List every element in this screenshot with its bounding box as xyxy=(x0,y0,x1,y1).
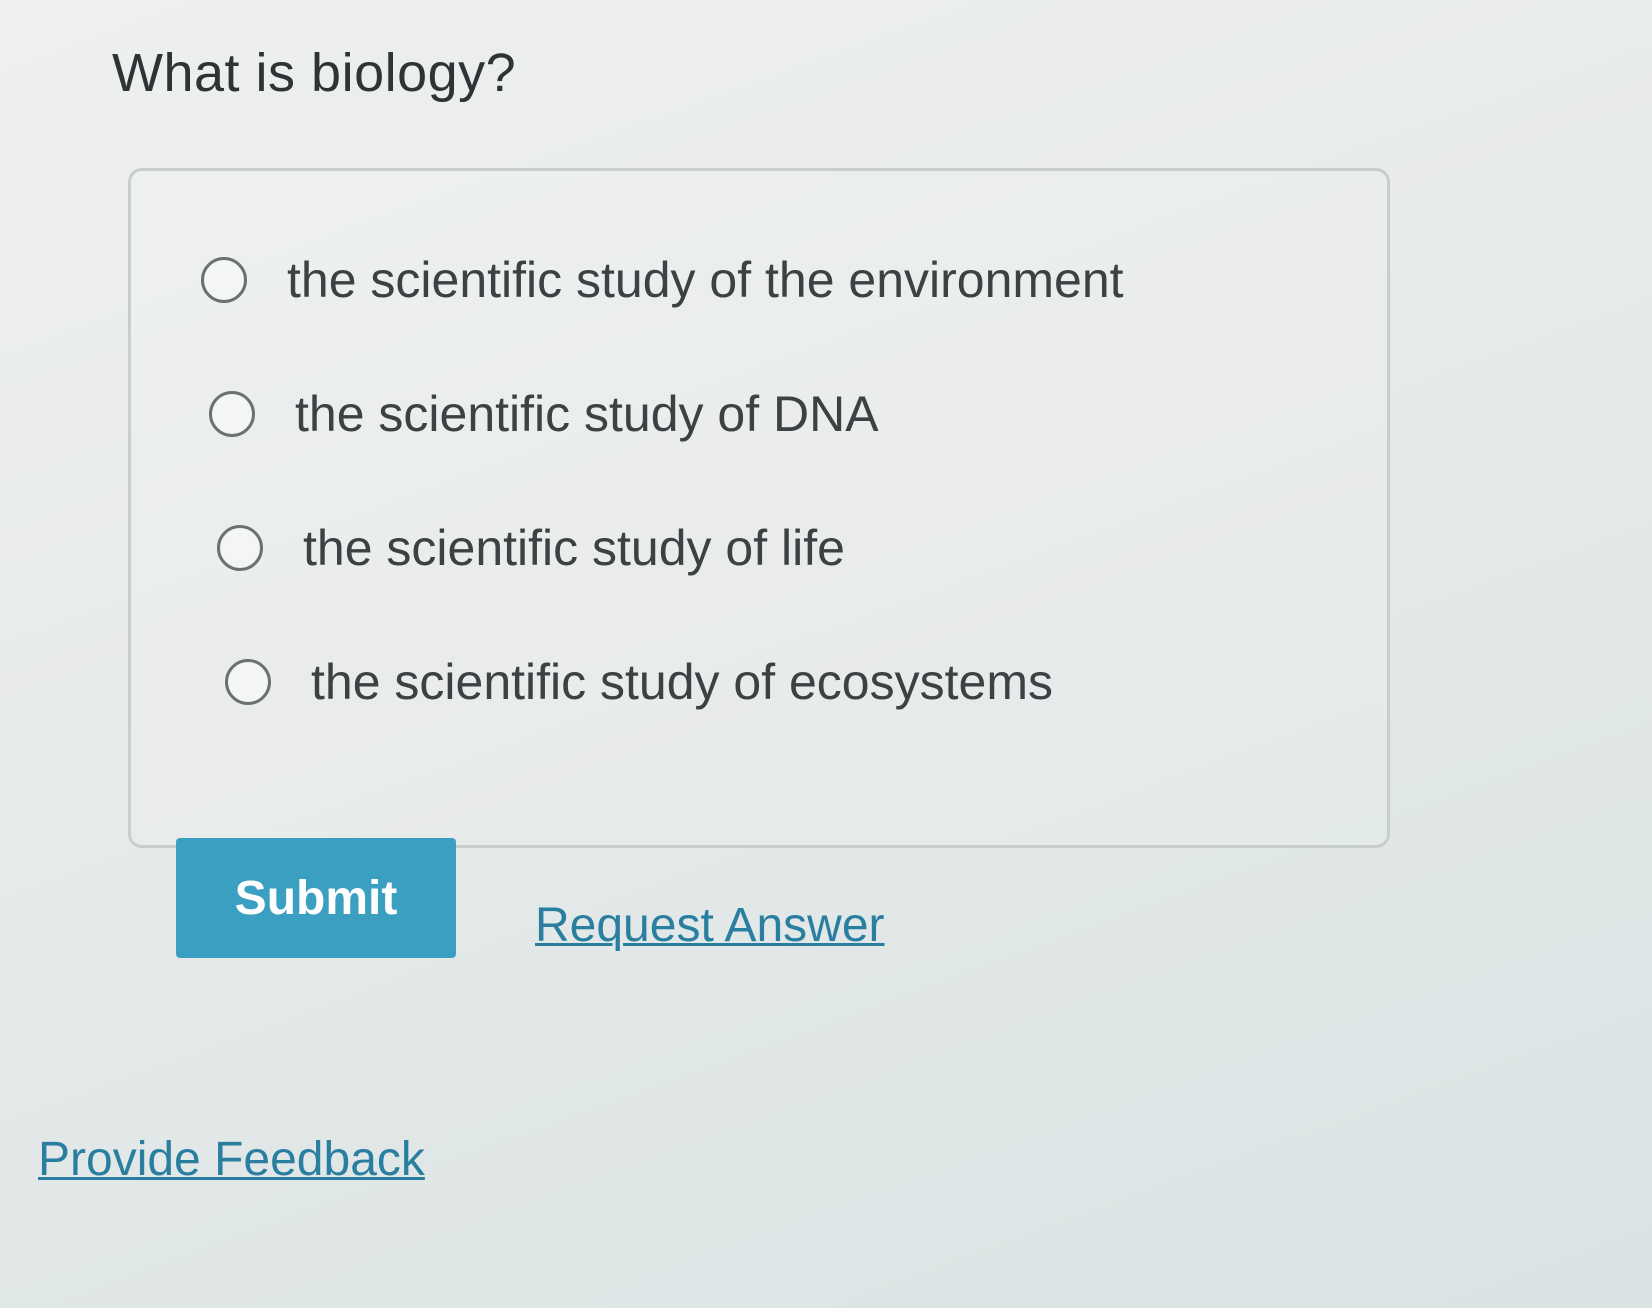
provide-feedback-link[interactable]: Provide Feedback xyxy=(38,1132,425,1187)
radio-button-icon[interactable] xyxy=(201,257,247,303)
choice-label: the scientific study of ecosystems xyxy=(311,654,1053,710)
radio-button-icon[interactable] xyxy=(217,525,263,571)
answer-choices-box: the scientific study of the environment … xyxy=(128,168,1390,848)
choice-label: the scientific study of life xyxy=(303,520,845,576)
submit-button[interactable]: Submit xyxy=(176,838,456,958)
choice-label: the scientific study of the environment xyxy=(287,252,1124,308)
choice-option-4[interactable]: the scientific study of ecosystems xyxy=(225,653,1053,711)
choice-label: the scientific study of DNA xyxy=(295,386,879,442)
question-title: What is biology? xyxy=(112,43,517,103)
choice-option-1[interactable]: the scientific study of the environment xyxy=(201,251,1124,309)
choice-option-3[interactable]: the scientific study of life xyxy=(217,519,845,577)
choice-option-2[interactable]: the scientific study of DNA xyxy=(209,385,879,443)
request-answer-link[interactable]: Request Answer xyxy=(535,898,885,953)
radio-button-icon[interactable] xyxy=(225,659,271,705)
radio-button-icon[interactable] xyxy=(209,391,255,437)
